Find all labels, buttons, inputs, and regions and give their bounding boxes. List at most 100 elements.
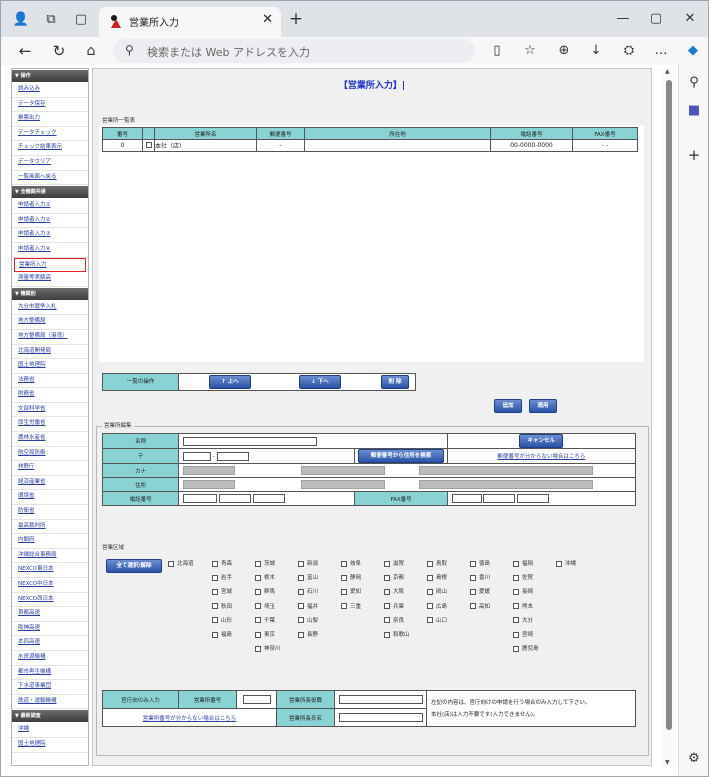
prefecture-checkbox[interactable]: 福島	[212, 630, 232, 638]
sidebar-item[interactable]: データクリア	[12, 156, 88, 171]
prefecture-checkbox[interactable]: 高知	[470, 602, 490, 610]
prefecture-checkbox[interactable]: 静岡	[341, 573, 361, 581]
move-up-button[interactable]: ↑ 上へ	[209, 375, 251, 389]
prefecture-checkbox[interactable]: 鹿児島	[513, 644, 539, 652]
sidebar-item[interactable]: NEXCO東日本	[12, 563, 88, 578]
sidebar-item[interactable]: 沖縄	[12, 723, 88, 738]
prefecture-checkbox[interactable]: 佐賀	[513, 573, 533, 581]
cancel-button[interactable]: キャンセル	[519, 434, 564, 448]
sidebar-item[interactable]: 厚生労働省	[12, 417, 88, 433]
prefecture-checkbox[interactable]: 埼玉	[255, 602, 275, 610]
fax-input-2[interactable]	[483, 494, 516, 503]
phone-input-2[interactable]	[218, 494, 251, 503]
prefecture-checkbox[interactable]: 石川	[298, 587, 318, 595]
extension-icon[interactable]: ⛭	[619, 41, 639, 61]
sidebar-item[interactable]: 下水道事業団	[12, 680, 88, 695]
sidebar-item[interactable]: 航空局防衛	[12, 447, 88, 462]
sidebar-item[interactable]: 水資源機構	[12, 651, 88, 666]
prefecture-checkbox[interactable]: 沖縄	[556, 559, 576, 567]
sidebar-item[interactable]: 阪神高速	[12, 622, 88, 637]
fax-input-3[interactable]	[517, 494, 550, 503]
scroll-down-icon[interactable]: ▼	[665, 759, 670, 766]
prefecture-checkbox[interactable]: 東京	[255, 630, 275, 638]
manager-name-input[interactable]	[338, 713, 423, 722]
prefecture-checkbox[interactable]: 茨城	[255, 559, 275, 567]
prefecture-checkbox[interactable]: 広島	[427, 602, 447, 610]
sidebar-item[interactable]: 内閣府	[12, 534, 88, 549]
address-bar[interactable]: ⚲ 検索または Web アドレスを入力	[113, 39, 475, 63]
office-unknown-link[interactable]: 営業所番号が分からない場合はこちら	[143, 716, 237, 722]
sidebar-item[interactable]: データ保存	[12, 98, 88, 113]
apply-button[interactable]: 適用	[529, 399, 557, 413]
sidebar-item[interactable]: 財務省	[12, 388, 88, 403]
sidebar-item[interactable]: 沖縄総合事務局	[12, 549, 88, 564]
prefecture-checkbox[interactable]: 長崎	[513, 587, 533, 595]
prefecture-checkbox[interactable]: 和歌山	[384, 630, 410, 638]
sidebar-item[interactable]: 地方整備局（港湾）	[12, 330, 88, 345]
prefecture-checkbox[interactable]: 鳥取	[427, 559, 447, 567]
sidebar-item[interactable]: 申請者入力③	[12, 228, 88, 243]
move-down-button[interactable]: ↓ 下へ	[299, 375, 341, 389]
more-icon[interactable]: …	[651, 41, 671, 61]
page-scrollbar[interactable]: ▲ ▼	[662, 68, 676, 766]
prefecture-checkbox[interactable]: 栃木	[255, 573, 275, 581]
browser-tab[interactable]: 営業所入力 ✕	[99, 7, 281, 37]
prefecture-checkbox[interactable]: 秋田	[212, 602, 232, 610]
sidebar-item[interactable]: 地方整備局	[12, 315, 88, 330]
prefecture-checkbox[interactable]: 愛知	[341, 587, 361, 595]
close-window-icon[interactable]: ✕	[680, 9, 700, 29]
prefecture-checkbox[interactable]: 島根	[427, 573, 447, 581]
sidebar-item[interactable]: 林野庁	[12, 461, 88, 476]
prefecture-checkbox[interactable]: 北海道	[168, 559, 194, 567]
sidebar-item[interactable]: 測量等実績高	[12, 272, 88, 287]
prefecture-checkbox[interactable]: 岐阜	[341, 559, 361, 567]
collections-icon[interactable]: ⊕	[554, 41, 574, 61]
prefecture-checkbox[interactable]: 徳島	[470, 559, 490, 567]
postal-unknown-link[interactable]: 郵便番号が分からない場合はこちら	[497, 454, 585, 460]
close-tab-icon[interactable]: ✕	[262, 12, 273, 27]
select-all-button[interactable]: 全て選択/解除	[106, 559, 162, 573]
download-icon[interactable]: ↓	[586, 41, 606, 61]
maximize-icon[interactable]: ▢	[646, 9, 666, 29]
prefecture-checkbox[interactable]: 岩手	[212, 573, 232, 581]
sidebar-item[interactable]: 防衛省	[12, 505, 88, 520]
prefecture-checkbox[interactable]: 奈良	[384, 616, 404, 624]
sidebar-item[interactable]: 本四高速	[12, 636, 88, 651]
back-icon[interactable]: ←	[15, 41, 35, 61]
prefecture-checkbox[interactable]: 香川	[470, 573, 490, 581]
sidebar-item[interactable]: 大分市競争入札	[12, 301, 88, 316]
sidebar-item[interactable]: 都市再生機構	[12, 666, 88, 681]
sidebar-item[interactable]: 鉄道・運輸機構	[12, 695, 88, 710]
phone-input-3[interactable]	[252, 494, 285, 503]
office-no-input[interactable]	[242, 695, 271, 704]
sidebar-item[interactable]: NEXCO西日本	[12, 593, 88, 608]
sidebar-item[interactable]: 帳票出力	[12, 112, 88, 127]
prefecture-checkbox[interactable]: 長野	[298, 630, 318, 638]
copilot-icon[interactable]: ◆	[683, 41, 703, 61]
prefecture-checkbox[interactable]: 熊本	[513, 602, 533, 610]
prefecture-checkbox[interactable]: 山梨	[298, 616, 318, 624]
postal-input-1[interactable]	[183, 451, 212, 461]
prefecture-checkbox[interactable]: 京都	[384, 573, 404, 581]
delete-button[interactable]: 削 除	[381, 375, 409, 389]
prefecture-checkbox[interactable]: 神奈川	[255, 644, 281, 652]
reload-icon[interactable]: ↻	[49, 41, 69, 61]
prefecture-checkbox[interactable]: 福岡	[513, 559, 533, 567]
sidebar-item[interactable]: NEXCO中日本	[12, 578, 88, 593]
tab-actions-icon[interactable]: ▢	[71, 10, 91, 30]
sidebar-item[interactable]: 申請者入力①	[12, 199, 88, 214]
prefecture-checkbox[interactable]: 大阪	[384, 587, 404, 595]
sidebar-item[interactable]: 北海道開発局	[12, 345, 88, 360]
prefecture-checkbox[interactable]: 宮城	[212, 587, 232, 595]
teams-icon[interactable]: ■	[684, 101, 704, 121]
prefecture-checkbox[interactable]: 群馬	[255, 587, 275, 595]
phone-input-1[interactable]	[183, 494, 218, 503]
sidebar-item[interactable]: 環境省	[12, 490, 88, 506]
sidebar-item[interactable]: 読み込み	[12, 83, 88, 98]
sidebar-item[interactable]: 最高裁判所	[12, 520, 88, 535]
fax-input-1[interactable]	[451, 494, 482, 503]
sidebar-item[interactable]: 国土地理院	[12, 738, 88, 753]
prefecture-checkbox[interactable]: 滋賀	[384, 559, 404, 567]
search-icon[interactable]: ⚲	[684, 73, 704, 93]
add-button[interactable]: 追加	[494, 399, 522, 413]
